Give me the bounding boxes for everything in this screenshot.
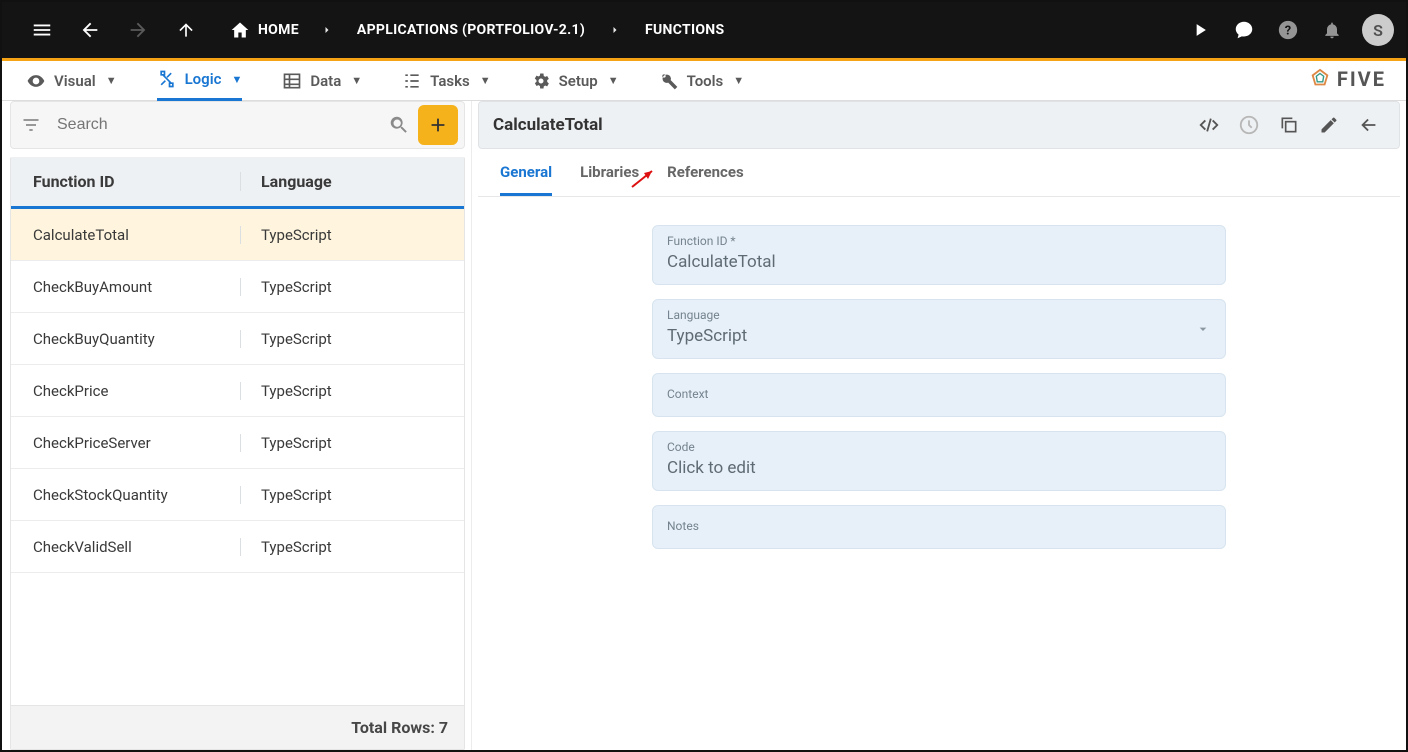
filter-icon[interactable] <box>21 115 41 135</box>
cell-function-id: CheckStockQuantity <box>11 486 241 504</box>
table-row[interactable]: CheckBuyQuantityTypeScript <box>11 313 464 365</box>
cell-function-id: CheckBuyAmount <box>11 278 241 296</box>
nav-logic[interactable]: Logic▼ <box>157 61 243 101</box>
main-nav: Visual▼ Logic▼ Data▼ Tasks▼ Setup▼ Tools… <box>2 61 1406 101</box>
bell-icon[interactable] <box>1310 2 1354 58</box>
list-header: Function ID Language <box>11 157 464 209</box>
field-context[interactable]: Context <box>652 373 1226 417</box>
table-row[interactable]: CheckPriceTypeScript <box>11 365 464 417</box>
table-row[interactable]: CheckPriceServerTypeScript <box>11 417 464 469</box>
copy-icon[interactable] <box>1269 105 1309 145</box>
annotation-arrow <box>630 167 658 189</box>
avatar[interactable]: S <box>1362 14 1394 46</box>
cell-function-id: CheckPriceServer <box>11 434 241 452</box>
breadcrumb: HOME APPLICATIONS (PORTFOLIOV-2.1) FUNCT… <box>218 20 738 40</box>
cell-function-id: CalculateTotal <box>11 226 241 244</box>
nav-tools[interactable]: Tools▼ <box>659 61 745 101</box>
nav-tasks[interactable]: Tasks▼ <box>402 61 490 101</box>
tab-references[interactable]: References <box>667 163 744 196</box>
history-icon[interactable] <box>1229 105 1269 145</box>
nav-setup[interactable]: Setup▼ <box>531 61 619 101</box>
function-list: Function ID Language CalculateTotalTypeS… <box>10 157 465 750</box>
cell-function-id: CheckBuyQuantity <box>11 330 241 348</box>
edit-icon[interactable] <box>1309 105 1349 145</box>
field-notes[interactable]: Notes <box>652 505 1226 549</box>
left-panel: Function ID Language CalculateTotalTypeS… <box>2 101 472 750</box>
up-icon[interactable] <box>162 2 210 58</box>
play-icon[interactable] <box>1178 2 1222 58</box>
chevron-right-icon <box>603 24 627 36</box>
form-area: Function ID * CalculateTotal Language Ty… <box>472 197 1406 563</box>
help-icon[interactable]: ? <box>1266 2 1310 58</box>
breadcrumb-applications[interactable]: APPLICATIONS (PORTFOLIOV-2.1) <box>343 22 599 38</box>
search-icon[interactable] <box>388 114 410 136</box>
list-footer: Total Rows: 7 <box>11 705 464 749</box>
chevron-down-icon <box>1195 321 1211 337</box>
code-icon[interactable] <box>1189 105 1229 145</box>
back-icon[interactable] <box>66 2 114 58</box>
nav-data[interactable]: Data▼ <box>282 61 362 101</box>
chat-icon[interactable] <box>1222 2 1266 58</box>
cell-language: TypeScript <box>241 434 464 452</box>
detail-panel: CalculateTotal General <box>472 101 1406 750</box>
breadcrumb-functions[interactable]: FUNCTIONS <box>631 22 738 38</box>
cell-language: TypeScript <box>241 226 464 244</box>
breadcrumb-home[interactable]: HOME <box>218 20 311 40</box>
detail-tabs: General Libraries References <box>478 149 1400 197</box>
column-function-id[interactable]: Function ID <box>11 172 241 191</box>
top-bar: HOME APPLICATIONS (PORTFOLIOV-2.1) FUNCT… <box>2 2 1406 58</box>
add-button[interactable] <box>418 105 458 145</box>
detail-header: CalculateTotal <box>478 101 1400 149</box>
table-row[interactable]: CalculateTotalTypeScript <box>11 209 464 261</box>
cell-language: TypeScript <box>241 278 464 296</box>
field-code[interactable]: Code Click to edit <box>652 431 1226 491</box>
svg-text:?: ? <box>1285 24 1291 39</box>
forward-icon <box>114 2 162 58</box>
cell-function-id: CheckValidSell <box>11 538 241 556</box>
menu-icon[interactable] <box>18 2 66 58</box>
tab-general[interactable]: General <box>500 163 552 196</box>
search-bar <box>10 101 465 149</box>
back-arrow-icon[interactable] <box>1349 105 1389 145</box>
cell-function-id: CheckPrice <box>11 382 241 400</box>
brand-logo: FIVE <box>1309 67 1386 91</box>
breadcrumb-home-label: HOME <box>258 22 299 38</box>
cell-language: TypeScript <box>241 330 464 348</box>
search-input[interactable] <box>49 116 380 134</box>
chevron-right-icon <box>315 24 339 36</box>
cell-language: TypeScript <box>241 538 464 556</box>
field-function-id[interactable]: Function ID * CalculateTotal <box>652 225 1226 285</box>
column-language[interactable]: Language <box>241 172 464 191</box>
detail-title: CalculateTotal <box>493 115 603 135</box>
cell-language: TypeScript <box>241 382 464 400</box>
table-row[interactable]: CheckStockQuantityTypeScript <box>11 469 464 521</box>
total-rows-label: Total Rows: 7 <box>351 718 448 737</box>
cell-language: TypeScript <box>241 486 464 504</box>
nav-visual[interactable]: Visual▼ <box>26 61 117 101</box>
table-row[interactable]: CheckBuyAmountTypeScript <box>11 261 464 313</box>
field-language[interactable]: Language TypeScript <box>652 299 1226 359</box>
table-row[interactable]: CheckValidSellTypeScript <box>11 521 464 573</box>
